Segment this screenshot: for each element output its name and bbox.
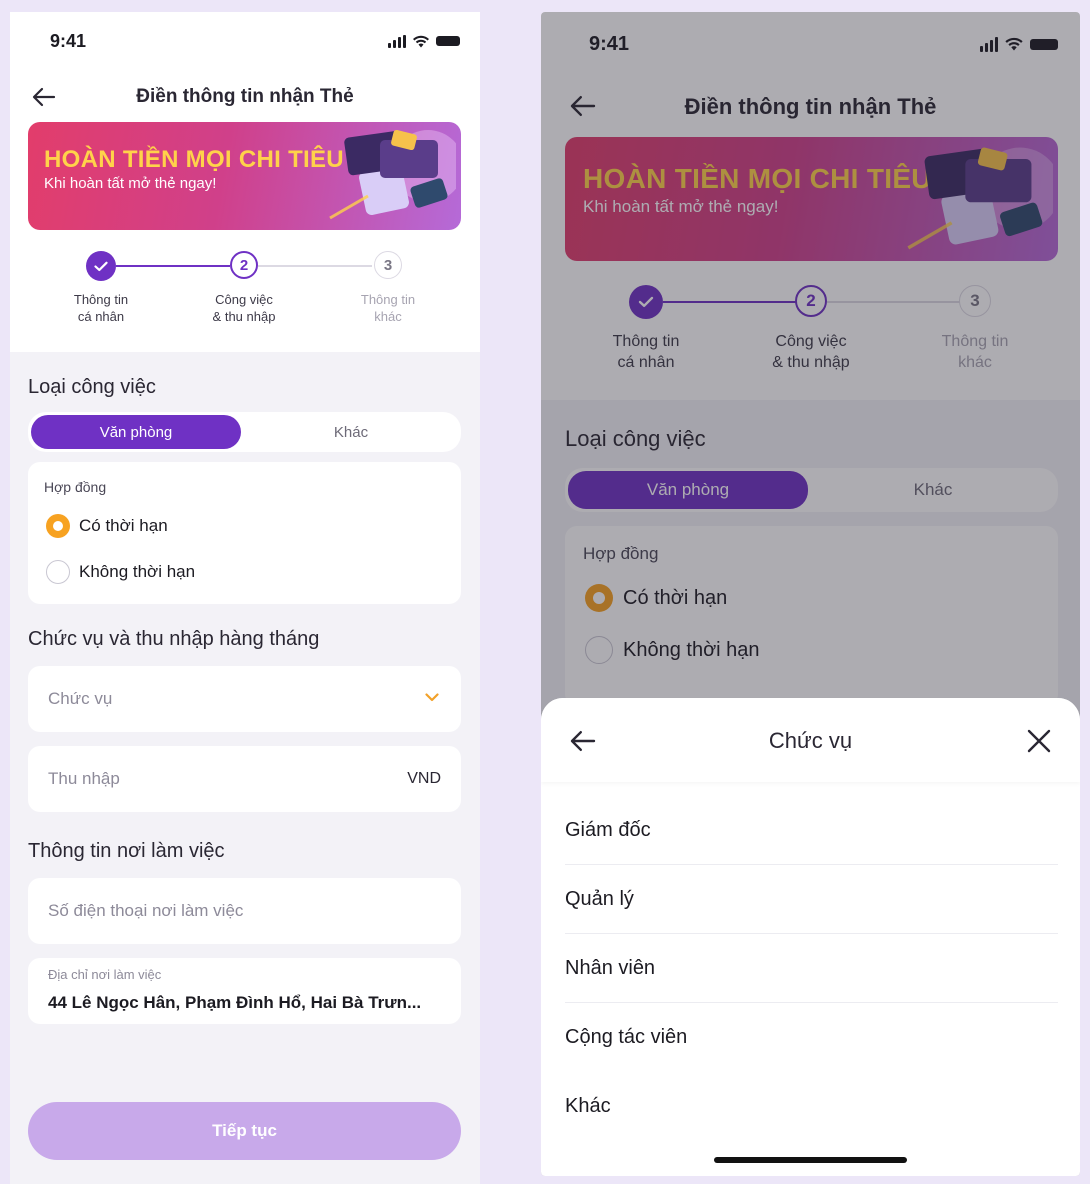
- position-bottom-sheet: Chức vụ Giám đốc Quản lý Nhân viên Cộng …: [541, 698, 1080, 1176]
- segment-other[interactable]: Khác: [244, 415, 458, 449]
- page-title: Điền thông tin nhận Thẻ: [136, 86, 354, 107]
- step-2-label: Công việc & thu nhập: [194, 292, 294, 326]
- option-other[interactable]: Khác: [565, 1072, 1058, 1141]
- radio-fixed-term[interactable]: Có thời hạn: [46, 514, 168, 538]
- position-placeholder: Chức vụ: [48, 689, 113, 708]
- step-connector: [116, 265, 230, 267]
- position-select[interactable]: Chức vụ: [28, 666, 461, 732]
- option-collaborator[interactable]: Cộng tác viên: [565, 1003, 1058, 1072]
- home-indicator: [714, 1157, 907, 1163]
- income-placeholder: Thu nhập: [48, 769, 120, 788]
- step-1-line1: Thông tin: [73, 292, 129, 307]
- radio-indefinite-label: Không thời hạn: [79, 562, 196, 581]
- position-income-title: Chức vụ và thu nhập hàng tháng: [28, 628, 320, 650]
- segment-office[interactable]: Văn phòng: [31, 415, 241, 449]
- contract-label: Hợp đồng: [44, 479, 107, 495]
- step-1-label: Thông tin cá nhân: [51, 292, 151, 326]
- option-manager[interactable]: Quản lý: [565, 865, 1058, 934]
- work-address-value: 44 Lê Ngọc Hân, Phạm Đình Hổ, Hai Bà Trư…: [48, 993, 422, 1012]
- work-address-field[interactable]: Địa chỉ nơi làm việc 44 Lê Ngọc Hân, Phạ…: [28, 958, 461, 1024]
- status-icons: [388, 34, 460, 48]
- step-2-line2: & thu nhập: [212, 308, 276, 324]
- step-3-line1: Thông tin: [360, 292, 416, 307]
- chevron-down-icon: [425, 693, 439, 702]
- job-type-segmented: Văn phòng Khác: [28, 412, 461, 452]
- position-picker-screen: 9:41 Điền thông tin nhận Thẻ HOÀN TIỀN M…: [541, 12, 1080, 1176]
- status-time: 9:41: [50, 30, 87, 51]
- cards-illustration: [329, 129, 456, 220]
- check-icon: [94, 261, 108, 271]
- radio-indefinite[interactable]: Không thời hạn: [46, 560, 195, 584]
- continue-button[interactable]: Tiếp tục: [28, 1102, 461, 1160]
- work-phone-placeholder: Số điện thoại nơi làm việc: [48, 901, 244, 920]
- banner-headline: HOÀN TIỀN MỌI CHI TIÊU: [44, 146, 344, 173]
- option-staff[interactable]: Nhân viên: [565, 934, 1058, 1003]
- step-3-label: Thông tin khác: [338, 292, 438, 326]
- step-2-active: 2: [230, 251, 258, 279]
- radio-selected-icon: [46, 514, 70, 538]
- wifi-icon: [413, 35, 429, 47]
- banner-subtitle: Khi hoàn tất mở thẻ ngay!: [44, 175, 217, 192]
- sheet-title: Chức vụ: [768, 728, 853, 753]
- income-field[interactable]: Thu nhập VND: [28, 746, 461, 812]
- step-1-done: [86, 251, 116, 281]
- form-screen: 9:41 Điền thông tin nhận Thẻ HOÀN TIỀN M…: [10, 12, 480, 1184]
- battery-icon: [436, 36, 460, 46]
- option-director[interactable]: Giám đốc: [565, 796, 1058, 865]
- signal-icon: [388, 34, 406, 48]
- step-3-line2: khác: [374, 308, 402, 324]
- currency-suffix: VND: [407, 770, 441, 787]
- progress-stepper: 2 3 Thông tin cá nhân Công việc & thu nhập…: [10, 250, 480, 340]
- radio-unselected-icon: [46, 560, 70, 584]
- nav-bar: Điền thông tin nhận Thẻ: [10, 82, 480, 112]
- close-icon[interactable]: [1026, 728, 1052, 754]
- status-bar: 9:41: [10, 12, 480, 70]
- job-type-title: Loại công việc: [28, 376, 156, 398]
- sheet-header: Chức vụ: [541, 698, 1080, 782]
- step-2-line1: Công việc: [215, 292, 273, 307]
- radio-fixed-term-label: Có thời hạn: [79, 516, 168, 535]
- step-connector: [258, 265, 372, 267]
- work-phone-field[interactable]: Số điện thoại nơi làm việc: [28, 878, 461, 944]
- promo-banner[interactable]: HOÀN TIỀN MỌI CHI TIÊU Khi hoàn tất mở t…: [28, 122, 461, 230]
- work-address-label: Địa chỉ nơi làm việc: [48, 967, 162, 982]
- step-3-pending: 3: [374, 251, 402, 279]
- contract-card: Hợp đồng Có thời hạn Không thời hạn: [28, 462, 461, 604]
- workplace-title: Thông tin nơi làm việc: [28, 840, 225, 862]
- step-1-line2: cá nhân: [77, 308, 125, 324]
